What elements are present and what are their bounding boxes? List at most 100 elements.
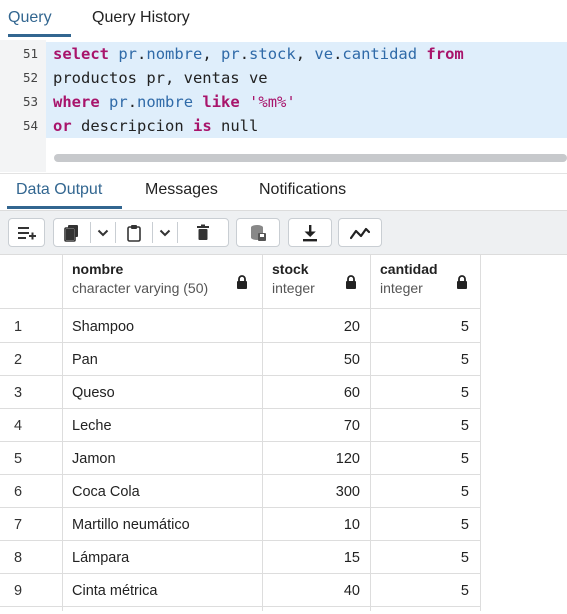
cell-stock[interactable]: 120 xyxy=(262,451,360,467)
delete-icon xyxy=(197,224,209,240)
cell-nombre[interactable]: Cinta métrica xyxy=(72,583,157,599)
code-line[interactable]: or descripcion is null xyxy=(46,114,567,138)
code-token: select xyxy=(53,45,109,63)
table-row[interactable]: 7 Martillo neumático 10 5 xyxy=(0,508,481,541)
cell-stock[interactable]: 70 xyxy=(262,418,360,434)
download-icon xyxy=(303,224,317,241)
column-type: character varying (50) xyxy=(72,280,209,296)
cell-nombre[interactable]: Lámpara xyxy=(72,550,129,566)
add-row-button[interactable] xyxy=(9,219,44,246)
cell-stock[interactable]: 300 xyxy=(262,484,360,500)
code-token: cantidad xyxy=(342,45,418,63)
cell-cantidad[interactable]: 5 xyxy=(371,385,469,401)
graph-icon xyxy=(350,227,370,239)
code-token: is xyxy=(193,117,212,135)
row-number[interactable]: 3 xyxy=(14,385,22,401)
tab-query[interactable]: Query xyxy=(8,9,52,27)
row-number[interactable]: 4 xyxy=(14,418,22,434)
cell-cantidad[interactable]: 5 xyxy=(371,418,469,434)
cell-nombre[interactable]: Shampoo xyxy=(72,319,134,335)
cell-stock[interactable]: 50 xyxy=(262,352,360,368)
row-number[interactable]: 1 xyxy=(14,319,22,335)
cell-nombre[interactable]: Jamon xyxy=(72,451,116,467)
cell-stock[interactable]: 15 xyxy=(262,550,360,566)
cell-nombre[interactable]: Pan xyxy=(72,352,98,368)
lock-icon xyxy=(346,275,356,289)
output-tabs: Data Output Messages Notifications xyxy=(0,173,567,210)
cell-cantidad[interactable]: 5 xyxy=(371,484,469,500)
active-tab-indicator xyxy=(8,34,71,37)
code-line[interactable]: where pr.nombre like '%m%' xyxy=(46,90,567,114)
cell-stock[interactable]: 20 xyxy=(262,319,360,335)
table-row[interactable]: 5 Jamon 120 5 xyxy=(0,442,481,475)
column-type: integer xyxy=(380,280,423,296)
results-grid: nombre character varying (50) stock inte… xyxy=(0,255,481,611)
cell-stock[interactable]: 10 xyxy=(262,517,360,533)
row-number[interactable]: 2 xyxy=(14,352,22,368)
cell-cantidad[interactable]: 5 xyxy=(371,583,469,599)
cell-nombre[interactable]: Leche xyxy=(72,418,112,434)
row-number[interactable]: 6 xyxy=(14,484,22,500)
download-button[interactable] xyxy=(289,219,331,246)
delete-button[interactable] xyxy=(178,219,228,246)
row-number[interactable]: 9 xyxy=(14,583,22,599)
table-row[interactable]: 8 Lámpara 15 5 xyxy=(0,541,481,574)
row-number[interactable]: 8 xyxy=(14,550,22,566)
paste-options-button[interactable] xyxy=(153,219,177,246)
code-token: '%m%' xyxy=(249,93,296,111)
cell-cantidad[interactable]: 5 xyxy=(371,352,469,368)
save-data-button[interactable] xyxy=(237,219,279,246)
code-token: . xyxy=(239,45,250,63)
graph-visualiser-button[interactable] xyxy=(339,219,381,246)
code-token: or xyxy=(53,117,72,135)
code-token: pr xyxy=(118,45,138,63)
table-row[interactable]: 1 Shampoo 20 5 xyxy=(0,310,481,343)
column-name[interactable]: stock xyxy=(272,261,309,277)
table-row[interactable]: 4 Leche 70 5 xyxy=(0,409,481,442)
lock-icon xyxy=(457,275,467,289)
save-data-group xyxy=(236,218,280,247)
table-row[interactable]: 3 Queso 60 5 xyxy=(0,376,481,409)
cell-cantidad[interactable]: 5 xyxy=(371,517,469,533)
copy-button[interactable] xyxy=(54,219,90,246)
cell-cantidad[interactable]: 5 xyxy=(371,451,469,467)
horizontal-scrollbar[interactable] xyxy=(54,154,567,162)
row-number[interactable]: 7 xyxy=(14,517,22,533)
code-token: , xyxy=(295,45,315,63)
code-line[interactable]: select pr.nombre, pr.stock, ve.cantidad … xyxy=(46,42,567,66)
cell-nombre[interactable]: Coca Cola xyxy=(72,484,140,500)
row-number[interactable]: 5 xyxy=(14,451,22,467)
code-token: from xyxy=(426,45,464,63)
add-row-icon xyxy=(17,226,36,239)
code-token: where xyxy=(53,93,100,111)
paste-button[interactable] xyxy=(116,219,152,246)
grid-header: nombre character varying (50) stock inte… xyxy=(0,255,481,309)
copy-options-button[interactable] xyxy=(91,219,115,246)
code-line[interactable]: productos pr, ventas ve xyxy=(46,66,567,90)
tab-messages[interactable]: Messages xyxy=(145,181,218,199)
sql-editor[interactable]: 51 52 53 54 select pr.nombre, pr.stock, … xyxy=(0,40,567,172)
line-number: 53 xyxy=(22,94,38,109)
cell-stock[interactable]: 40 xyxy=(262,583,360,599)
table-row[interactable]: 6 Coca Cola 300 5 xyxy=(0,475,481,508)
tab-query-history[interactable]: Query History xyxy=(92,9,190,27)
line-number-gutter: 51 52 53 54 xyxy=(0,40,46,172)
cell-nombre[interactable]: Queso xyxy=(72,385,115,401)
download-group xyxy=(288,218,332,247)
column-name[interactable]: nombre xyxy=(72,261,123,277)
code-token: nombre xyxy=(146,45,203,63)
tab-notifications[interactable]: Notifications xyxy=(259,181,346,199)
code-token: nombre xyxy=(137,93,194,111)
code-area[interactable]: select pr.nombre, pr.stock, ve.cantidad … xyxy=(46,40,567,172)
column-name[interactable]: cantidad xyxy=(380,261,438,277)
cell-nombre[interactable]: Martillo neumático xyxy=(72,517,190,533)
cell-cantidad[interactable]: 5 xyxy=(371,319,469,335)
table-row[interactable]: 9 Cinta métrica 40 5 xyxy=(0,574,481,607)
cell-stock[interactable]: 60 xyxy=(262,385,360,401)
table-row[interactable]: 2 Pan 50 5 xyxy=(0,343,481,376)
cell-cantidad[interactable]: 5 xyxy=(371,550,469,566)
tab-data-output[interactable]: Data Output xyxy=(16,181,102,199)
lock-icon xyxy=(237,275,247,289)
